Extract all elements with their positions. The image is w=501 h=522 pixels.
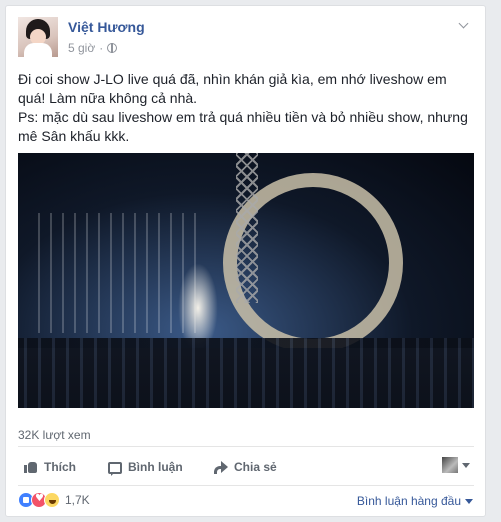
like-label: Thích [44,460,76,474]
sort-label: Bình luận hàng đầu [356,494,461,508]
avatar-body [24,43,52,57]
reaction-summary[interactable]: 1,7K [18,492,90,508]
post-as-selector[interactable] [442,457,470,473]
globe-icon[interactable] [107,43,118,53]
share-button[interactable]: Chia sẻ [214,460,277,474]
thumbs-up-icon [24,460,38,474]
divider [18,485,474,486]
post-header: Việt Hương 5 giờ · [18,17,475,61]
dot-separator: · [99,41,104,55]
post-text-line2: Ps: mặc dù sau liveshow em trả quá nhiều… [18,109,468,144]
like-button[interactable]: Thích [24,460,76,474]
comment-label: Bình luận [128,460,183,474]
post-card: Việt Hương 5 giờ · Đi coi show J-LO live… [5,5,486,517]
crowd [18,338,474,408]
haha-reaction-icon [44,492,60,508]
share-arrow-icon [214,460,228,474]
comment-icon [108,462,122,476]
viewer-avatar [442,457,458,473]
post-text-line1: Đi coi show J-LO live quá đã, nhìn khán … [18,71,447,106]
view-count: 32K lượt xem [18,428,91,442]
caret-down-icon [462,462,470,468]
share-label: Chia sẻ [234,460,277,474]
author-name[interactable]: Việt Hương [68,19,145,35]
reaction-count: 1,7K [65,493,90,507]
stage-lights [38,213,198,333]
caret-down-icon [465,498,473,504]
post-time[interactable]: 5 giờ [68,41,95,55]
author-avatar[interactable] [18,17,58,57]
video-player[interactable] [18,153,474,408]
stage-truss [236,153,258,303]
post-text: Đi coi show J-LO live quá đã, nhìn khán … [18,70,474,146]
divider [18,446,474,447]
comment-sort-dropdown[interactable]: Bình luận hàng đầu [357,494,473,508]
action-bar: Thích Bình luận Chia sẻ [18,454,474,482]
post-meta: 5 giờ · [68,41,118,55]
comment-button[interactable]: Bình luận [108,460,183,476]
chevron-down-icon[interactable] [457,19,471,33]
